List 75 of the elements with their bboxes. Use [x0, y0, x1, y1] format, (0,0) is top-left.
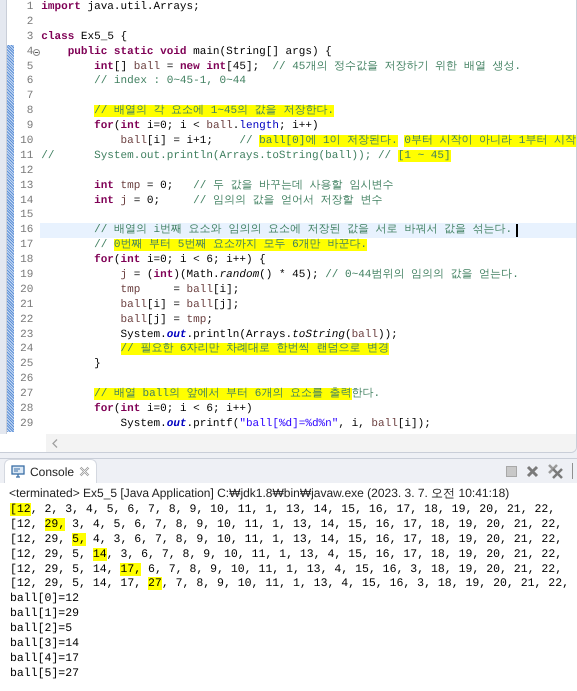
console-output-line: ball[4]=17 [10, 652, 80, 667]
line-number: 11 [19, 148, 34, 164]
line-number: 22 [19, 312, 34, 328]
code-line: int j = 0; // 임의의 값을 얻어서 저장할 변수 [93, 194, 382, 208]
line-number: 13 [19, 178, 34, 194]
code-line: // 0번째 부터 5번째 요소까지 모두 6개만 바꾼다. [93, 238, 367, 254]
line-number: 28 [19, 402, 34, 417]
console-output-line: ball[5]=27 [10, 666, 80, 682]
stop-icon[interactable] [506, 466, 517, 476]
remove-icon[interactable] [526, 464, 539, 478]
line-number: 16 [19, 223, 34, 238]
console-output-line: [12, 29, 5, 14, 17, 6, 7, 8, 9, 10, 11, 1, 13, 4, 15, 16, 3, 18, 19, 20, 21, 22, [10, 562, 562, 578]
line-number: 12 [19, 164, 34, 179]
code-line: int tmp = 0; // 두 값을 바꾸는데 사용할 임시변수 [93, 178, 394, 194]
console-output-line: [12, 29, 5, 4, 3, 6, 7, 8, 9, 10, 11, 1, 13, 14, 15, 16, 17, 18, 19, 20, 21, 22, [10, 532, 562, 548]
code-line: import java.util.Arrays; [41, 0, 200, 15]
code-line: // index : 0~45-1, 0~44 [93, 74, 246, 90]
line-number: 27 [19, 387, 34, 402]
code-line: // 배열의 i번째 요소와 임의의 요소에 저장된 값을 서로 바꿔서 값을 섞는다. [93, 223, 512, 238]
code-line: } [93, 357, 101, 372]
line-number: 26 [19, 372, 34, 388]
code-line: for(int i=0; i < 6; i++) [93, 402, 253, 417]
console-output-line: [12, 29, 3, 4, 5, 6, 7, 8, 9, 10, 11, 1, 13, 14, 15, 16, 17, 18, 19, 20, 21, 22, [10, 518, 562, 533]
close-icon[interactable] [79, 466, 90, 477]
line-number: 17 [19, 238, 34, 254]
line-number: 15 [19, 208, 34, 224]
line-number: 14 [19, 194, 34, 208]
fold-icon[interactable] [33, 48, 40, 56]
console-output-line: ball[2]=5 [10, 622, 72, 638]
line-number: 1 [26, 0, 34, 15]
code-line: j = (int)(Math.random() * 45); // 0~44범위의 임의의 값을 얻는다. [120, 268, 519, 283]
code-line: public static void main(String[] args) { [66, 44, 332, 60]
code-line: class Ex5_5 { [41, 30, 128, 45]
line-number: 20 [19, 282, 34, 298]
code-line: int[] ball = new int[45]; // 45개의 정수값을 저장하기 위한 배열 생성. [93, 60, 522, 74]
console-output-line: ball[0]=12 [10, 592, 80, 608]
code-line: System.out.println(Arrays.toString(ball)); [120, 328, 398, 342]
line-number: 9 [26, 119, 34, 134]
scroll-left-icon[interactable] [52, 438, 58, 448]
line-number: 24 [19, 342, 34, 358]
line-number: 2 [26, 14, 34, 30]
text-cursor [516, 224, 518, 238]
code-line: tmp = ball[i]; [120, 282, 240, 298]
console-output-line: [12, 29, 5, 14, 3, 6, 7, 8, 9, 10, 11, 1, 13, 4, 15, 16, 17, 18, 19, 20, 21, 22, [10, 548, 562, 563]
code-line: for(int i=0; i < 6; i++) { [93, 253, 266, 268]
code-line: // System.out.println(Arrays.toString(ball)); // [1 ~ 45] [41, 148, 451, 164]
code-line: ball[j] = tmp; [120, 312, 213, 328]
code-line: for(int i=0; i < ball.length; i++) [93, 119, 319, 134]
line-number: 19 [19, 268, 34, 283]
code-line: ball[i] = ball[j]; [120, 298, 240, 313]
monitor-icon [11, 465, 25, 478]
code-line: System.out.printf("ball[%d]=%d%n", i, ball[i]); [120, 416, 431, 432]
line-number: 3 [26, 30, 34, 45]
line-number: 10 [19, 134, 34, 149]
code-line: ball[i] = i+1; // ball[0]에 1이 저장된다. 0부터 시작이 아니라 1부터 시작 [120, 134, 576, 149]
line-number: 7 [26, 89, 34, 104]
tab-label: Console [30, 464, 74, 480]
console-status: <terminated> Ex5_5 [Java Application] C:₩jdk1.8₩bin₩javaw.exe (2023. 3. 7. 오전 10:41:18) [8, 485, 510, 502]
code-line: // 배열 ball의 앞에서 부터 6개의 요소를 출력한다. [93, 387, 380, 402]
console-tab[interactable]: Console [4, 459, 98, 483]
line-number: 8 [26, 104, 34, 120]
line-number: 21 [19, 298, 34, 313]
remove-all-icon[interactable] [548, 464, 563, 478]
console-output-line: ball[3]=14 [10, 637, 80, 652]
line-number: 23 [19, 328, 34, 342]
line-number: 6 [26, 74, 34, 90]
console-output-line: [12, 29, 5, 14, 17, 27, 7, 8, 9, 10, 11, 1, 13, 4, 15, 16, 3, 18, 19, 20, 21, 22, [10, 577, 570, 592]
console-output-line: [12, 2, 3, 4, 5, 6, 7, 8, 9, 10, 11, 1, 13, 14, 15, 16, 17, 18, 19, 20, 21, 22, [10, 503, 556, 518]
line-number: 25 [19, 357, 34, 372]
console-output-line: ball[1]=29 [10, 607, 80, 622]
line-number: 4 [26, 44, 34, 60]
line-number: 18 [19, 253, 34, 268]
line-number: 5 [26, 60, 34, 74]
line-number: 29 [19, 416, 34, 432]
horizontal-scrollbar[interactable] [46, 434, 576, 452]
